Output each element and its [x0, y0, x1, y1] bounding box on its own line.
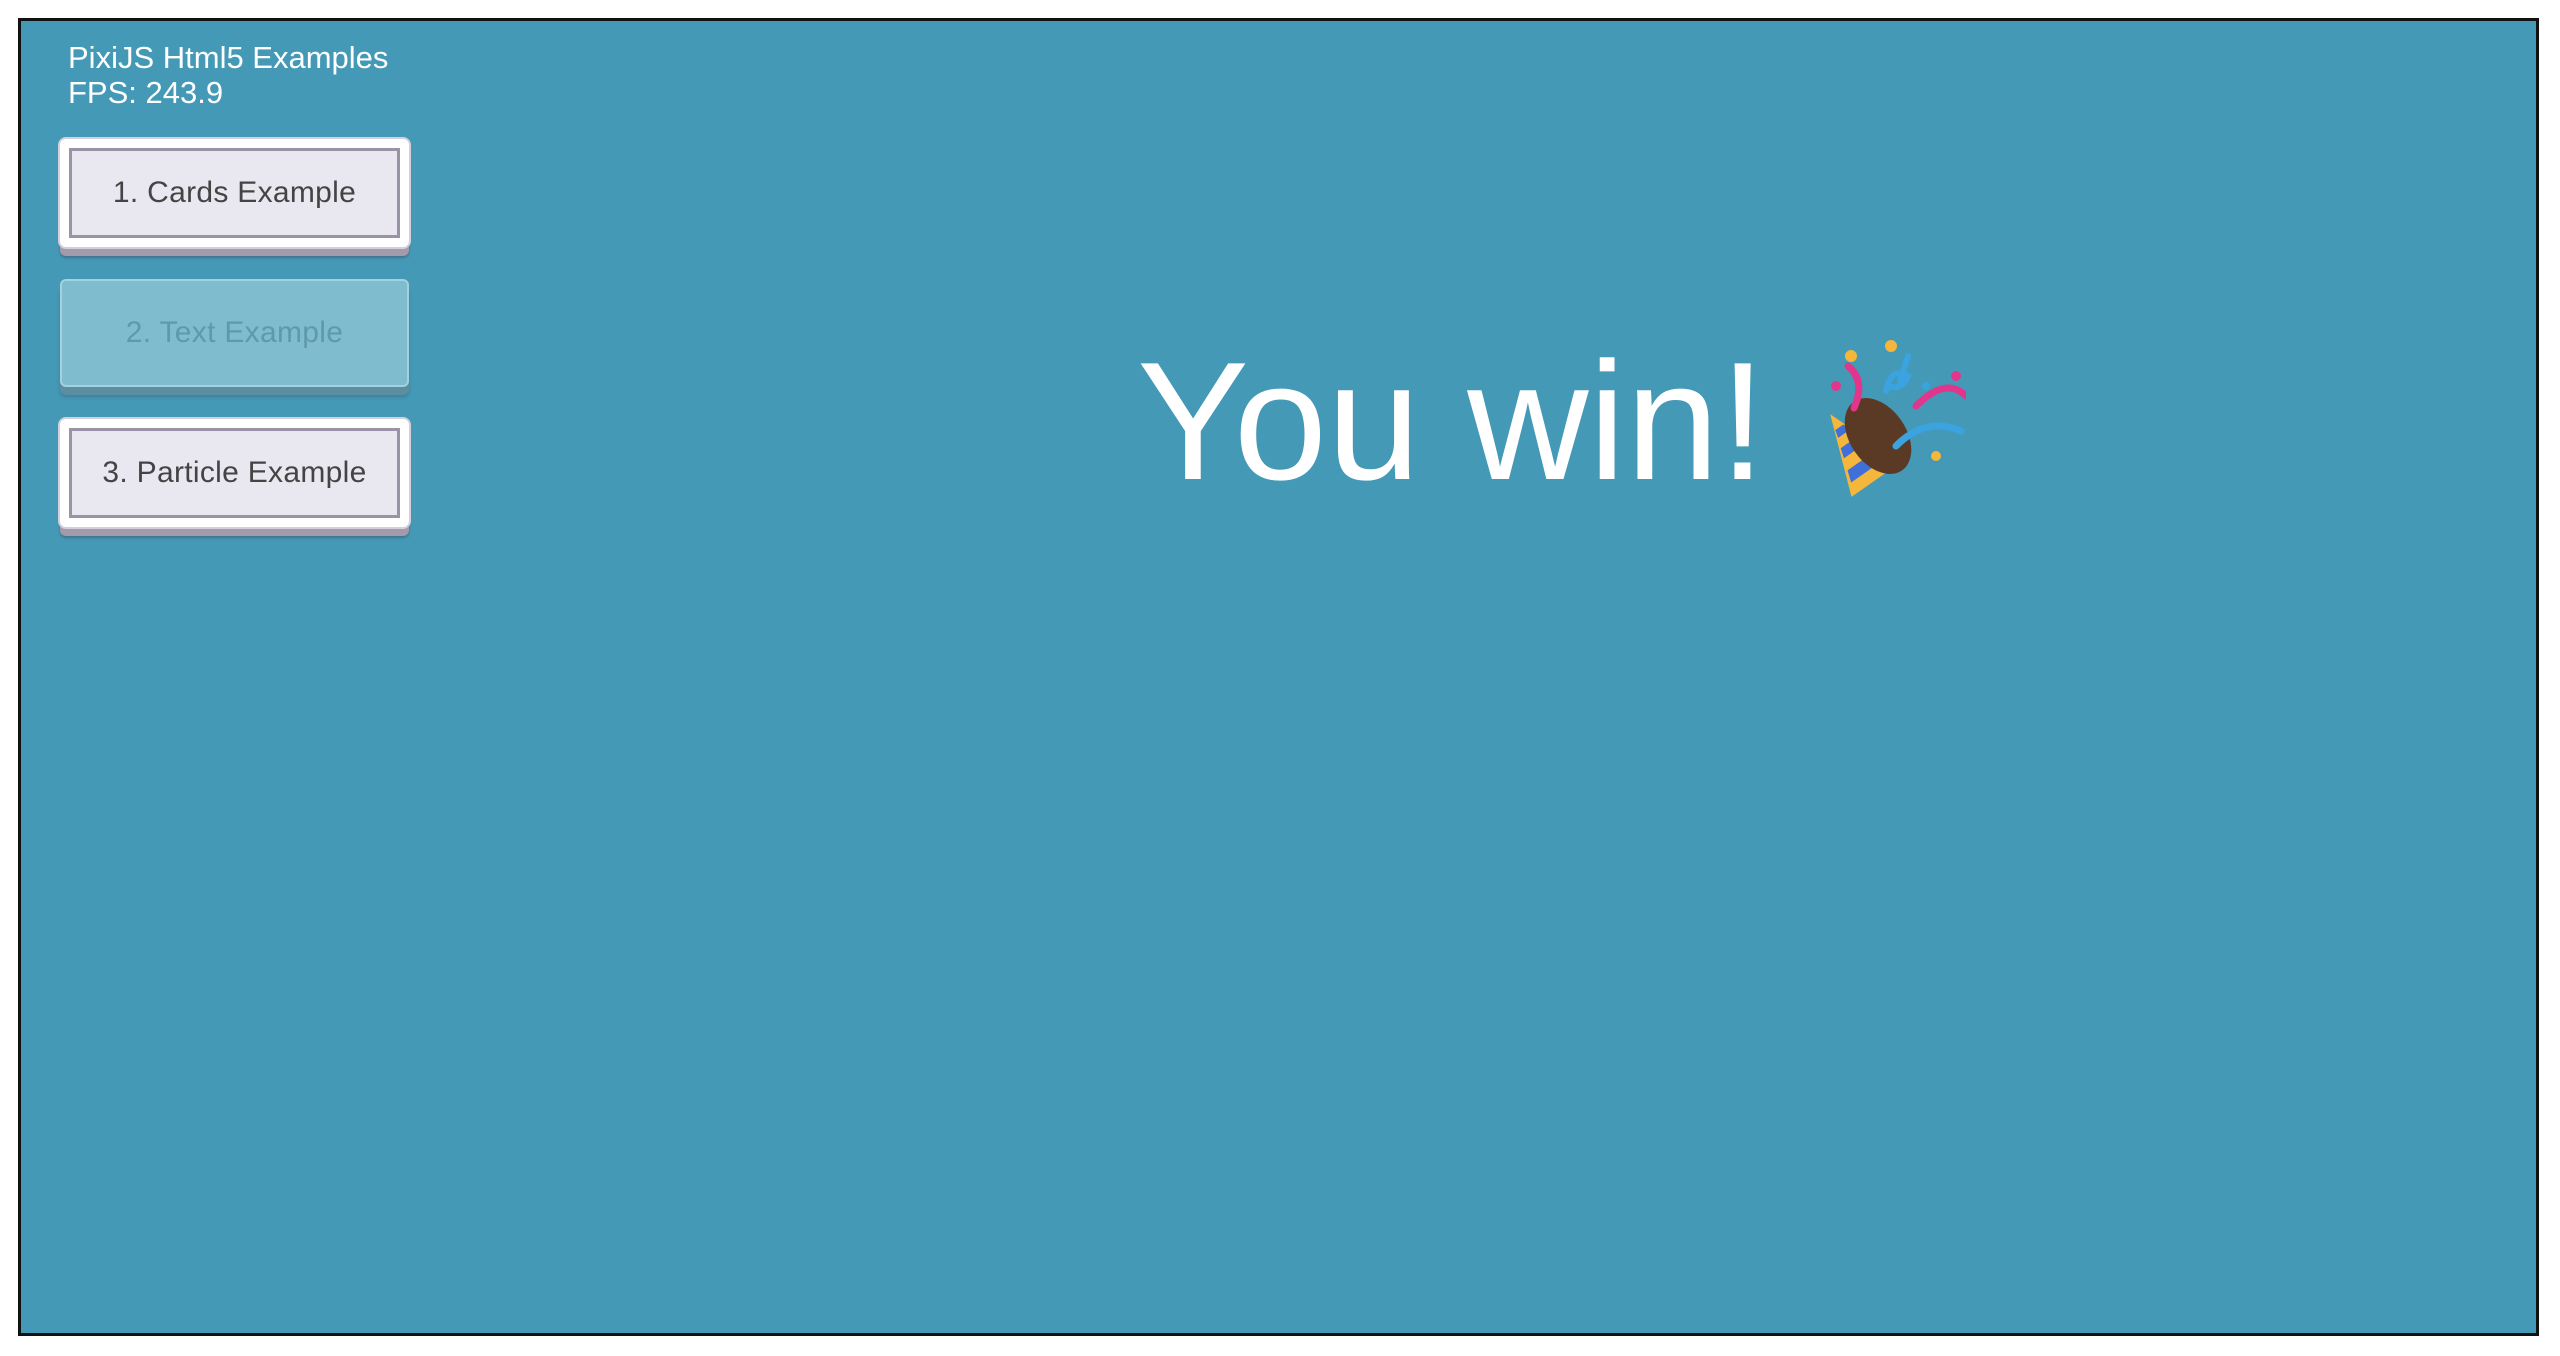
- win-message: You win!: [1137, 321, 1966, 521]
- win-text: You win!: [1137, 327, 1766, 515]
- button-label: 2. Text Example: [125, 316, 344, 349]
- text-example-button[interactable]: 2. Text Example: [60, 279, 409, 387]
- particle-example-button[interactable]: 3. Particle Example: [60, 419, 409, 527]
- button-label: 1. Cards Example: [112, 176, 357, 209]
- hud: PixiJS Html5 Examples FPS: 243.9: [68, 40, 388, 110]
- party-popper-icon: [1830, 340, 1966, 497]
- game-canvas[interactable]: PixiJS Html5 Examples FPS: 243.9 1. Card…: [18, 18, 2539, 1336]
- cards-example-button[interactable]: 1. Cards Example: [60, 139, 409, 247]
- button-label: 3. Particle Example: [102, 456, 367, 489]
- fps-counter: FPS: 243.9: [68, 75, 224, 110]
- app-title: PixiJS Html5 Examples: [68, 40, 389, 75]
